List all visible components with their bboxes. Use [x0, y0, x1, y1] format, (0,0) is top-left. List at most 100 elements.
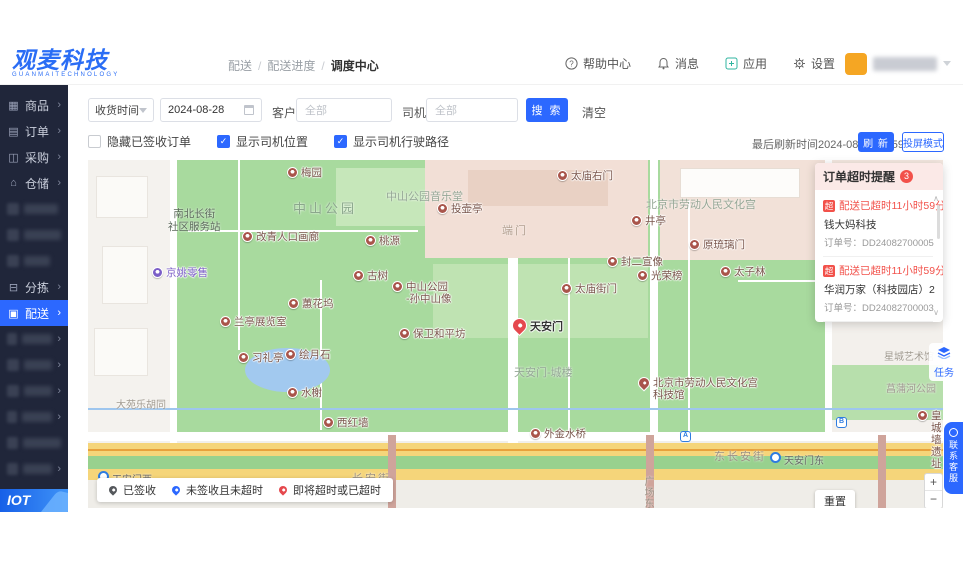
map-poi-metro[interactable]: 天安门东	[770, 452, 824, 467]
app-header: 观麦科技 GUANMAITECHNOLOGY 配送 / 配送进度 / 调度中心 ? 帮助中…	[0, 45, 963, 85]
checkbox[interactable]	[88, 135, 101, 148]
map-poi-poi[interactable]: 太庙街门	[561, 283, 617, 295]
map-poi-text[interactable]: 南北长街 社区服务站	[168, 208, 221, 234]
sidebar-item-分拣[interactable]: ⊟ 分拣 ›	[0, 274, 68, 300]
legend-label: 即将超时或已超时	[293, 485, 381, 497]
map-area-label: 端门	[502, 225, 528, 237]
sidebar-item-redacted[interactable]	[0, 196, 68, 222]
map-poi-purple[interactable]: 京姚零售	[152, 267, 208, 279]
header-menu-gear[interactable]: 设置	[793, 55, 835, 72]
map-poi-poi[interactable]: 西红墙	[323, 417, 369, 429]
chevron-right-icon: ›	[57, 359, 61, 371]
sidebar-item-redacted[interactable]: ›	[0, 456, 68, 482]
map-building	[96, 176, 148, 218]
map-poi-poi[interactable]: 太庙右门	[557, 170, 613, 182]
sidebar-item-redacted[interactable]: ›	[0, 326, 68, 352]
toggle-0[interactable]: 隐藏已签收订单	[88, 133, 191, 150]
breadcrumb-item[interactable]: 调度中心	[331, 59, 379, 73]
sidebar-item-redacted[interactable]: ›	[0, 352, 68, 378]
sidebar-item-redacted[interactable]: ›	[0, 378, 68, 404]
brand-title: 观麦科技	[12, 47, 108, 73]
map-poi-poi[interactable]: 古树	[353, 270, 388, 282]
poi-label: 保卫和平坊	[413, 328, 466, 340]
sidebar-item-商品[interactable]: ▦ 商品 ›	[0, 92, 68, 118]
map-poi-poi[interactable]: 梅园	[287, 167, 322, 179]
checkbox-checked[interactable]: ✓	[217, 135, 231, 148]
sidebar-item-订单[interactable]: ▤ 订单 ›	[0, 118, 68, 144]
sidebar-item-redacted[interactable]	[0, 248, 68, 274]
breadcrumb-item[interactable]: 配送	[228, 59, 252, 73]
map-poi-redpin[interactable]: 天安门	[508, 314, 563, 337]
map-poi-linebadge[interactable]: B	[836, 417, 847, 428]
sidebar: ▦ 商品 › ▤ 订单 › ◫ 采购 › ⌂ 仓储 › ⊟ 分拣 › ▣ 配送 › › › › › ›	[0, 85, 68, 512]
map-poi-poi[interactable]: 绘月石	[285, 349, 331, 361]
map-text-label: 南北长街 社区服务站	[168, 208, 221, 233]
breadcrumb-item[interactable]: 配送进度	[267, 59, 315, 73]
sidebar-item-仓储[interactable]: ⌂ 仓储 ›	[0, 170, 68, 196]
avatar[interactable]	[845, 53, 867, 75]
map-poi-poi[interactable]: 投壶亭	[437, 203, 483, 215]
map-poi-pin[interactable]: 北京市劳动人民文化宫 科技馆	[635, 374, 758, 401]
poi-marker-icon	[238, 352, 249, 363]
brand-logo[interactable]: 观麦科技 GUANMAITECHNOLOGY	[12, 48, 119, 78]
map-poi-poi[interactable]: 原琉璃门	[689, 239, 745, 251]
alert-item[interactable]: 超配送已超时11小时59分 华润万家（科技园店）2 订单号：DD2408270000…	[823, 257, 943, 322]
clear-button[interactable]: 清空	[582, 104, 606, 121]
sidebar-item-redacted[interactable]: ›	[0, 404, 68, 430]
map-poi-poi[interactable]: 水榭	[287, 387, 322, 399]
header-menu-bell[interactable]: 消息	[657, 55, 699, 72]
customer-input[interactable]: 全部	[296, 98, 392, 122]
customer-service-button[interactable]: 联系客服	[944, 422, 963, 494]
goods-icon: ▦	[8, 99, 19, 112]
toggle-2[interactable]: ✓ 显示司机行驶路径	[334, 133, 449, 150]
task-widget[interactable]: 任务	[929, 343, 959, 381]
zoom-in-button[interactable]: +	[925, 474, 942, 491]
map-poi-poi[interactable]: 封二宣像	[607, 256, 663, 268]
scroll-up-icon[interactable]: ∧	[933, 194, 939, 203]
breadcrumb: 配送 / 配送进度 / 调度中心	[228, 57, 379, 74]
refresh-button[interactable]: 刷 新	[858, 132, 894, 152]
alert-item-statusline: 超配送已超时11小时59分	[823, 263, 943, 278]
poi-marker-icon	[561, 283, 572, 294]
sidebar-item-配送[interactable]: ▣ 配送 ›	[0, 300, 68, 326]
map-poi-poi[interactable]: 太子林	[720, 266, 766, 278]
date-input[interactable]: 2024-08-28	[160, 98, 262, 122]
scrollbar-thumb[interactable]	[937, 205, 940, 239]
username-redacted	[873, 57, 937, 71]
map-poi-poi[interactable]: 皇城墙遗址	[917, 410, 943, 470]
header-menu-help[interactable]: ? 帮助中心	[565, 55, 631, 72]
map-poi-poi[interactable]: 井亭	[631, 215, 666, 227]
map-poi-poi[interactable]: 保卫和平坊	[399, 328, 466, 340]
cast-mode-button[interactable]: 投屏模式	[902, 132, 944, 152]
map-poi-poi[interactable]: 改青人口画廊	[242, 231, 319, 243]
sorting-icon: ⊟	[8, 281, 19, 294]
scroll-down-icon[interactable]: ∨	[933, 308, 939, 317]
store-marker-icon	[152, 267, 163, 278]
chevron-down-icon[interactable]	[943, 61, 951, 66]
checkbox-checked[interactable]: ✓	[334, 135, 348, 148]
poi-label: 改青人口画廊	[256, 231, 319, 243]
zoom-out-button[interactable]: −	[925, 491, 942, 508]
iot-banner[interactable]: IOT	[0, 489, 68, 512]
map-poi-poi[interactable]: 外金水桥	[530, 428, 586, 440]
map-poi-poi[interactable]: 光荣榜	[637, 270, 683, 282]
header-menu-apps[interactable]: 应用	[725, 55, 767, 72]
header-menu-label: 消息	[674, 57, 699, 71]
sidebar-item-采购[interactable]: ◫ 采购 ›	[0, 144, 68, 170]
map-reset-button[interactable]: 重置	[815, 490, 855, 508]
map-poi-poi[interactable]: 蕙花坞	[288, 298, 334, 310]
alert-item[interactable]: 超配送已超时11小时59分 钱大妈科技 订单号：DD24082700005	[823, 192, 943, 257]
map-poi-poi[interactable]: 习礼亭	[238, 352, 284, 364]
poi-marker-icon	[607, 256, 618, 267]
sidebar-item-redacted[interactable]	[0, 430, 68, 456]
map-poi-linebadge[interactable]: A	[680, 431, 691, 442]
driver-input[interactable]: 全部	[426, 98, 518, 122]
time-type-select[interactable]: 收货时间	[88, 98, 154, 122]
map-poi-poi[interactable]: 中山公园 -孙中山像	[392, 281, 452, 305]
search-button[interactable]: 搜 索	[526, 98, 568, 122]
map-poi-poi[interactable]: 桃源	[365, 235, 400, 247]
map-poi-poi[interactable]: 兰亭展览室	[220, 316, 287, 328]
sidebar-item-redacted[interactable]	[0, 222, 68, 248]
toggle-1[interactable]: ✓ 显示司机位置	[217, 133, 308, 150]
sidebar-item-label: 仓储	[25, 176, 50, 191]
